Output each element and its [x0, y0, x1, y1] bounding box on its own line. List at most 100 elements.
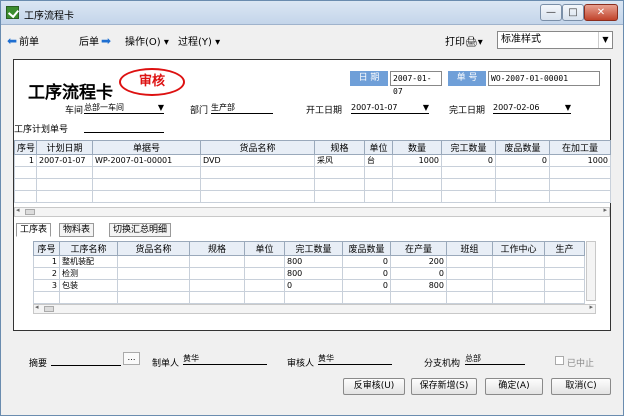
table-cell[interactable]	[441, 178, 496, 191]
table-row[interactable]: 1 2007-01-07 WP-2007-01-00001 DVD 采风台 1000 0 0 1…	[14, 154, 611, 167]
process-grid-hscrollbar[interactable]: ◂ ▸	[33, 303, 596, 314]
empty-row[interactable]	[14, 166, 611, 179]
table-cell[interactable]	[189, 267, 245, 280]
table-cell[interactable]	[200, 178, 315, 191]
table-cell[interactable]	[441, 190, 496, 203]
table-cell[interactable]: 包装	[59, 279, 118, 292]
table-cell[interactable]	[364, 166, 393, 179]
table-cell[interactable]	[446, 267, 493, 280]
table-cell[interactable]	[117, 279, 190, 292]
table-cell[interactable]: 0	[390, 267, 447, 280]
column-header[interactable]: 单据号	[92, 140, 201, 155]
table-cell[interactable]	[446, 291, 493, 304]
table-cell[interactable]	[117, 291, 190, 304]
table-cell[interactable]	[189, 279, 245, 292]
table-cell[interactable]: 800	[284, 255, 343, 268]
table-cell[interactable]	[549, 190, 611, 203]
table-cell[interactable]	[14, 178, 37, 191]
table-cell[interactable]	[495, 166, 550, 179]
table-cell[interactable]: 0	[495, 154, 550, 167]
table-cell[interactable]: 1	[33, 255, 60, 268]
column-header[interactable]: 规格	[189, 241, 245, 256]
table-cell[interactable]	[92, 190, 201, 203]
scroll-right-icon[interactable]: ▸	[589, 303, 593, 311]
table-cell[interactable]	[549, 166, 611, 179]
table-cell[interactable]	[446, 279, 493, 292]
finish-date-select[interactable]: 2007-02-06 ▼	[493, 102, 571, 114]
table-cell[interactable]	[364, 178, 393, 191]
table-cell[interactable]	[492, 291, 545, 304]
scroll-thumb[interactable]	[25, 209, 35, 215]
scroll-right-icon[interactable]: ▸	[603, 206, 607, 214]
tab-process[interactable]: 工序表	[16, 223, 52, 237]
process-menu[interactable]: 过程(Y) ▾	[178, 33, 220, 48]
minimize-button[interactable]: —	[540, 4, 562, 21]
table-cell[interactable]	[244, 267, 285, 280]
dropdown-arrow-icon[interactable]: ▼	[423, 102, 429, 113]
table-cell[interactable]	[492, 279, 545, 292]
order-no-field[interactable]: WO-2007-01-00001	[488, 71, 600, 86]
table-cell[interactable]: 200	[390, 255, 447, 268]
table-cell[interactable]: 800	[390, 279, 447, 292]
column-header[interactable]: 单位	[244, 241, 285, 256]
table-row[interactable]: 1 整机装配 800 0 200	[33, 255, 585, 268]
column-header[interactable]: 序号	[14, 140, 37, 155]
table-cell[interactable]	[342, 291, 391, 304]
column-header[interactable]: 生产	[544, 241, 585, 256]
table-cell[interactable]	[36, 190, 93, 203]
process-grid-vscrollbar[interactable]	[586, 241, 596, 301]
table-cell[interactable]	[14, 166, 37, 179]
table-cell[interactable]	[117, 255, 190, 268]
table-cell[interactable]: 800	[284, 267, 343, 280]
table-cell[interactable]: 3	[33, 279, 60, 292]
table-cell[interactable]: 0	[441, 154, 496, 167]
empty-row[interactable]	[14, 190, 611, 203]
column-header[interactable]: 序号	[33, 241, 60, 256]
table-cell[interactable]	[92, 178, 201, 191]
dropdown-arrow-icon[interactable]: ▼	[565, 102, 571, 113]
table-cell[interactable]	[446, 255, 493, 268]
save-new-button[interactable]: 保存新增(S)	[411, 378, 477, 395]
table-cell[interactable]	[314, 190, 365, 203]
table-cell[interactable]	[200, 166, 315, 179]
summary-browse-button[interactable]: …	[123, 352, 140, 365]
table-cell[interactable]	[14, 190, 37, 203]
table-cell[interactable]: 1	[14, 154, 37, 167]
table-cell[interactable]: 0	[342, 279, 391, 292]
table-row[interactable]: 2 检测 800 0 0	[33, 267, 585, 280]
column-header[interactable]: 工序名称	[59, 241, 118, 256]
table-cell[interactable]	[549, 178, 611, 191]
tab-materials[interactable]: 物料表	[59, 223, 95, 237]
table-row[interactable]: 3 包装 0 0 800	[33, 279, 585, 292]
table-cell[interactable]	[544, 279, 585, 292]
table-cell[interactable]: 0	[342, 267, 391, 280]
operate-menu[interactable]: 操作(O) ▾	[125, 33, 169, 48]
column-header[interactable]: 在产量	[390, 241, 447, 256]
ok-button[interactable]: 确定(A)	[485, 378, 543, 395]
table-cell[interactable]	[244, 279, 285, 292]
column-header[interactable]: 数量	[392, 140, 442, 155]
column-header[interactable]: 在加工量	[549, 140, 611, 155]
table-cell[interactable]	[189, 291, 245, 304]
column-header[interactable]: 计划日期	[36, 140, 93, 155]
table-cell[interactable]	[392, 178, 442, 191]
empty-row[interactable]	[33, 291, 585, 304]
table-cell[interactable]: 2007-01-07	[36, 154, 93, 167]
main-grid-hscrollbar[interactable]: ◂ ▸	[14, 206, 610, 217]
column-header[interactable]: 废品数量	[495, 140, 550, 155]
table-cell[interactable]	[36, 178, 93, 191]
table-cell[interactable]: 检测	[59, 267, 118, 280]
table-cell[interactable]: 0	[284, 279, 343, 292]
table-cell[interactable]	[492, 267, 545, 280]
column-header[interactable]: 单位	[364, 140, 393, 155]
table-cell[interactable]	[284, 291, 343, 304]
dept-field[interactable]: 生产部	[211, 102, 273, 114]
scroll-left-icon[interactable]: ◂	[16, 206, 20, 214]
table-cell[interactable]: 1000	[392, 154, 442, 167]
table-cell[interactable]: 0	[342, 255, 391, 268]
table-cell[interactable]	[544, 291, 585, 304]
prev-button[interactable]: ⬅ 前单	[7, 33, 39, 48]
print-style-select[interactable]: 标准样式 ▼	[497, 31, 613, 49]
workshop-select[interactable]: 总部一车间 ▼	[84, 102, 164, 114]
column-header[interactable]: 完工数量	[441, 140, 496, 155]
